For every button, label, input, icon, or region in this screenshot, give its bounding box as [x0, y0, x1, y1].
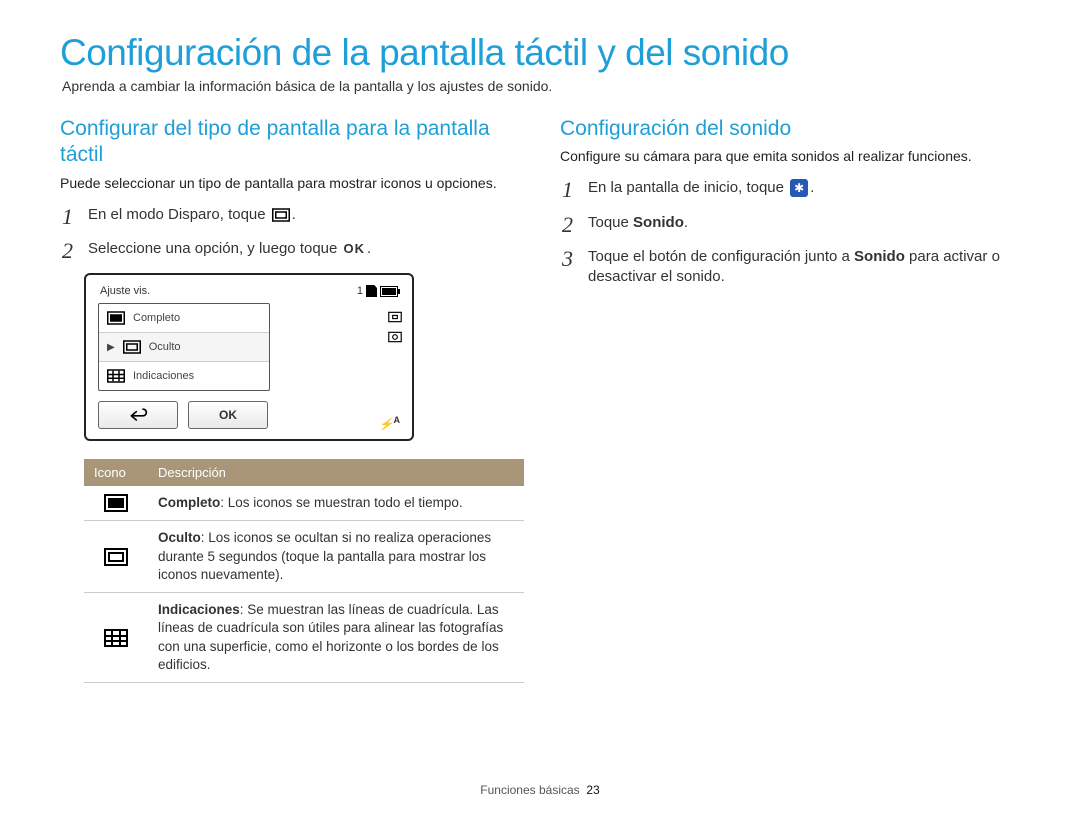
left-step-1-text: En el modo Disparo, toque [88, 206, 270, 223]
left-heading: Configurar del tipo de pantalla para la … [60, 116, 520, 169]
right-subintro: Configure su cámara para que emita sonid… [560, 148, 1020, 164]
row-indicaciones-icon [84, 593, 148, 683]
display-title: Ajuste vis. [100, 285, 150, 297]
display-side-icons [388, 311, 402, 343]
row-oculto-term: Oculto [158, 530, 201, 545]
settings-gear-icon: ✱ [790, 179, 808, 197]
period: . [810, 179, 814, 196]
row-completo-desc: Completo: Los iconos se muestran todo el… [148, 486, 524, 521]
shot-count: 1 [357, 285, 363, 297]
table-header-icon: Icono [84, 459, 148, 486]
back-button[interactable] [98, 401, 178, 429]
completo-icon [107, 311, 125, 325]
footer-page-number: 23 [586, 783, 599, 797]
table-row-completo: Completo: Los iconos se muestran todo el… [84, 486, 524, 521]
ok-button[interactable]: OK [188, 401, 268, 429]
right-step-3: Toque el botón de configuración junto a … [560, 247, 1020, 288]
ok-button-label: OK [219, 408, 237, 422]
page-footer: Funciones básicas 23 [0, 783, 1080, 797]
right-step-2-text: Toque [588, 214, 633, 231]
face-icon [388, 331, 402, 343]
row-completo-text: : Los iconos se muestran todo el tiempo. [220, 495, 462, 510]
selected-arrow-icon: ▶ [107, 342, 115, 353]
table-header-desc: Descripción [148, 459, 524, 486]
right-column: Configuración del sonido Configure su cá… [560, 116, 1020, 683]
icon-description-table: Icono Descripción Completo: Los iconos s… [84, 459, 524, 683]
battery-icon [380, 286, 398, 297]
period: . [292, 206, 296, 223]
row-indicaciones-term: Indicaciones [158, 602, 240, 617]
left-step-1: En el modo Disparo, toque . [60, 205, 520, 225]
period: . [367, 240, 371, 257]
row-oculto-text: : Los iconos se ocultan si no realiza op… [158, 530, 491, 581]
right-step-2-term: Sonido [633, 214, 684, 231]
list-item-completo-label: Completo [133, 312, 180, 324]
right-step-3-text-a: Toque el botón de configuración junto a [588, 248, 854, 265]
right-step-2: Toque Sonido. [560, 213, 1020, 233]
back-arrow-icon [128, 408, 148, 422]
row-completo-icon [84, 486, 148, 521]
display-type-icon [272, 208, 290, 222]
left-subintro: Puede seleccionar un tipo de pantalla pa… [60, 175, 520, 191]
sd-card-icon [366, 285, 377, 297]
ok-icon: OK [344, 240, 366, 258]
right-heading: Configuración del sonido [560, 116, 1020, 142]
row-oculto-desc: Oculto: Los iconos se ocultan si no real… [148, 521, 524, 593]
right-steps: En la pantalla de inicio, toque ✱. Toque… [560, 178, 1020, 287]
row-completo-term: Completo [158, 495, 220, 510]
list-item-indicaciones[interactable]: Indicaciones [99, 361, 269, 390]
table-header-row: Icono Descripción [84, 459, 524, 486]
list-item-indicaciones-label: Indicaciones [133, 370, 194, 382]
left-step-2: Seleccione una opción, y luego toque OK. [60, 239, 520, 259]
af-frame-icon [388, 311, 402, 323]
footer-section: Funciones básicas [480, 783, 579, 797]
row-oculto-icon [84, 521, 148, 593]
list-item-oculto-label: Oculto [149, 341, 181, 353]
right-step-1-text: En la pantalla de inicio, toque [588, 179, 788, 196]
page-title: Configuración de la pantalla táctil y de… [60, 32, 1020, 74]
oculto-icon [123, 340, 141, 354]
table-row-indicaciones: Indicaciones: Se muestran las líneas de … [84, 593, 524, 683]
display-status: 1 [357, 285, 398, 297]
list-item-oculto[interactable]: ▶ Oculto [99, 332, 269, 361]
right-step-3-term: Sonido [854, 248, 905, 265]
page-intro: Aprenda a cambiar la información básica … [62, 78, 1020, 94]
row-indicaciones-desc: Indicaciones: Se muestran las líneas de … [148, 593, 524, 683]
period: . [684, 214, 688, 231]
table-row-oculto: Oculto: Los iconos se ocultan si no real… [84, 521, 524, 593]
flash-auto-letter: A [394, 415, 401, 425]
indicaciones-icon [107, 369, 125, 383]
display-type-list: Completo ▶ Oculto Indicaciones [98, 303, 270, 391]
left-column: Configurar del tipo de pantalla para la … [60, 116, 520, 683]
left-step-2-text: Seleccione una opción, y luego toque [88, 240, 342, 257]
list-item-completo[interactable]: Completo [99, 304, 269, 332]
right-step-1: En la pantalla de inicio, toque ✱. [560, 178, 1020, 198]
flash-auto-icon: ⚡A [379, 415, 400, 431]
left-steps: En el modo Disparo, toque . Seleccione u… [60, 205, 520, 260]
camera-display-mock: Ajuste vis. 1 Completo [84, 273, 414, 441]
